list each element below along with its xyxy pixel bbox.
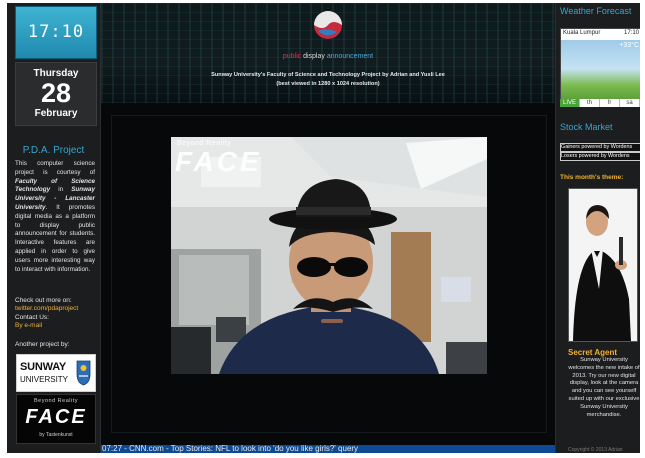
day-number: 28 <box>40 78 72 108</box>
face-logo-name: FACE <box>25 406 87 428</box>
check-out-label: Check out more on: <box>15 297 72 304</box>
weather-title: Weather Forecast <box>560 6 632 16</box>
face-overlay-name: FACE <box>175 146 262 177</box>
month: February <box>34 108 78 119</box>
sunway-crest-icon <box>76 360 91 386</box>
secret-agent-title: Secret Agent <box>568 348 618 357</box>
clock: 17:10 <box>15 6 97 59</box>
stock-gainers: Gainers powered by Wordens <box>560 143 640 152</box>
brand-word: display <box>303 53 327 60</box>
news-ticker: 07:27 - CNN.com - Top Stories: NFL to lo… <box>101 445 556 453</box>
weather-tab-live[interactable]: LIVE <box>560 99 580 107</box>
weather-city: Kuala Lumpur <box>563 30 601 36</box>
pda-text-part: in <box>58 186 64 194</box>
weather-widget[interactable]: Kuala Lumpur 17:10 +33°C <box>560 28 640 101</box>
weather-tab-fr[interactable]: fr <box>600 99 620 107</box>
brand-word: announcement <box>326 53 374 60</box>
weather-tab-sa[interactable]: sa <box>620 99 640 107</box>
contact-block: Check out more on: twitter.com/pdaprojec… <box>15 297 99 331</box>
stock-losers: Losers powered by Wordens <box>560 152 640 161</box>
secret-agent-text: Sunway University welcomes the new intak… <box>568 357 640 418</box>
brand-word: public <box>282 53 304 60</box>
contact-label: Contact Us: <box>15 313 49 321</box>
content-frame: Beyond Reality FACE <box>111 115 547 433</box>
email-link[interactable]: By e-mail <box>15 322 99 330</box>
header-subtitle: Sunway University's Faculty of Science a… <box>211 72 445 78</box>
twitter-link[interactable]: twitter.com/pdaproject <box>15 305 99 313</box>
pda-project-title: P.D.A. Project <box>22 145 85 156</box>
theme-title: This month's theme: <box>560 174 624 181</box>
webcam-feed[interactable]: Beyond Reality FACE <box>171 137 487 374</box>
display-frame: 17:10 Thursday 28 February P.D.A. Projec… <box>7 3 640 453</box>
face-logo-tagline: Beyond Reality <box>34 398 78 404</box>
copyright: Copyright © 2013 Adrian <box>568 447 623 453</box>
pda-text-part: This computer science project is courtes… <box>15 160 95 176</box>
sunway-logo-text: SUNWAY <box>20 361 67 373</box>
weather-temp: +33°C <box>619 42 639 49</box>
sunway-logo-subtext: UNIVERSITY <box>20 375 69 384</box>
face-logo[interactable]: Beyond Reality FACE by Tastenkunst <box>16 394 96 444</box>
pda-text-part: . It promotes digital media as a platfor… <box>15 203 95 273</box>
brand-title: public display announcement <box>101 53 555 60</box>
face-logo-by: by Tastenkunst <box>39 432 73 438</box>
stock-title: Stock Market <box>560 122 613 132</box>
sunway-university-logo[interactable]: SUNWAY UNIVERSITY <box>16 354 96 392</box>
pda-description: This computer science project is courtes… <box>15 160 95 274</box>
another-project-label: Another project by: <box>15 341 70 348</box>
pda-logo-icon <box>314 11 342 39</box>
weather-tabs: LIVE th fr sa <box>560 99 640 107</box>
resolution-note: (best viewed in 1280 x 1024 resolution) <box>276 81 380 87</box>
secret-agent-picture <box>569 189 637 341</box>
weather-tab-th[interactable]: th <box>580 99 600 107</box>
secret-agent-image <box>568 188 638 342</box>
left-sidebar: 17:10 Thursday 28 February P.D.A. Projec… <box>7 3 101 453</box>
header-banner: public display announcement Sunway Unive… <box>101 3 555 103</box>
main-content: Beyond Reality FACE <box>101 103 555 445</box>
right-sidebar: Weather Forecast Kuala Lumpur 17:10 +33°… <box>555 3 640 453</box>
date-box: Thursday 28 February <box>15 62 97 126</box>
weather-time: 17:10 <box>623 30 639 36</box>
